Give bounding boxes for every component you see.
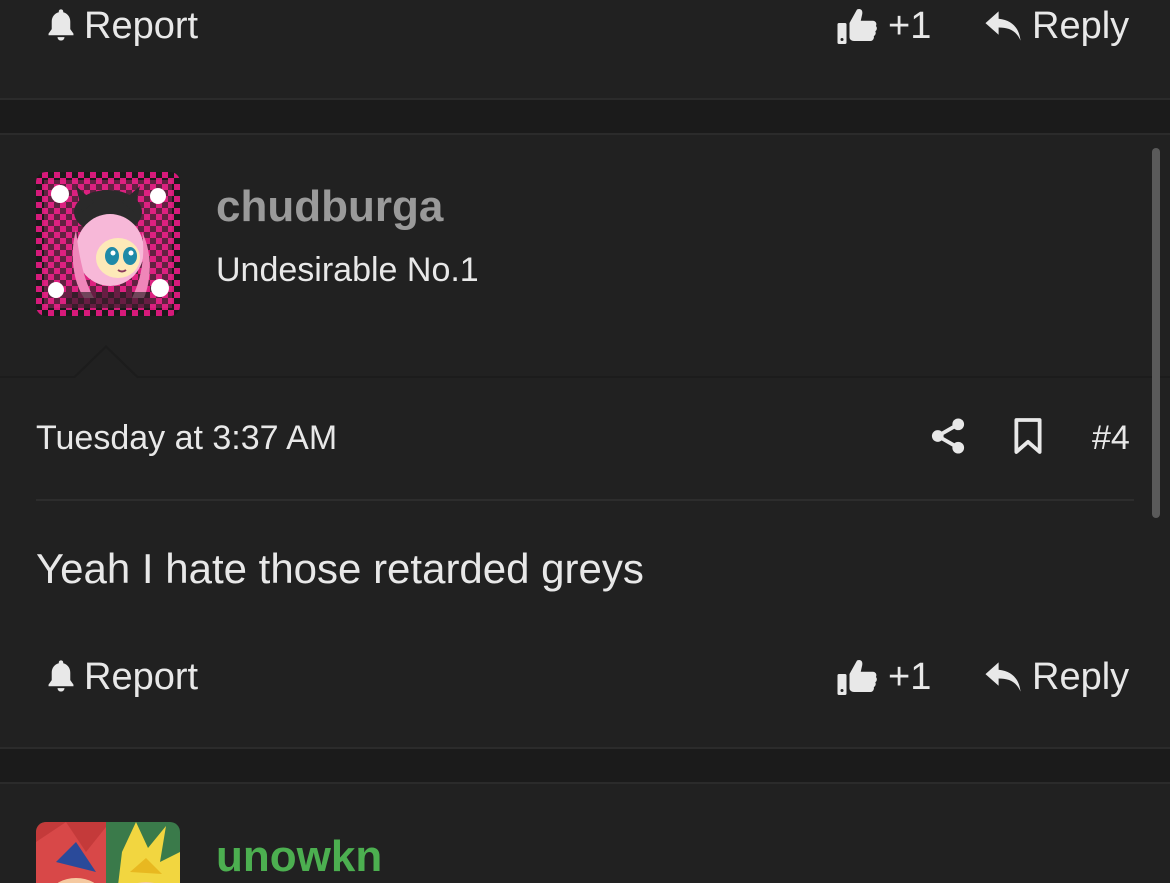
report-label: Report	[84, 4, 199, 47]
post-meta: Tuesday at 3:37 AM #4	[0, 403, 1170, 473]
post-user-header: chudburga Undesirable No.1	[0, 135, 1170, 379]
avatar[interactable]	[36, 822, 180, 883]
username[interactable]: unowkn	[216, 832, 382, 882]
divider	[36, 499, 1134, 501]
post: chudburga Undesirable No.1 Tuesday at 3:…	[0, 133, 1170, 749]
like-count: +1	[888, 655, 932, 698]
thumbs-up-icon	[836, 657, 878, 697]
report-label: Report	[84, 655, 199, 698]
bookmark-icon	[1012, 417, 1044, 455]
post-message: Yeah I hate those retarded greys	[36, 545, 644, 592]
like-button[interactable]: +1	[836, 656, 931, 699]
reply-arrow-icon	[984, 9, 1022, 43]
post-actions: Report +1 Reply	[0, 647, 1170, 707]
divider	[0, 376, 1170, 378]
share-button[interactable]	[930, 417, 966, 460]
previous-post: Report +1 Reply	[0, 0, 1170, 100]
user-title: Undesirable No.1	[216, 251, 479, 289]
post-number-link[interactable]: #4	[1092, 419, 1130, 458]
bookmark-button[interactable]	[1012, 417, 1044, 460]
reply-button[interactable]: Reply	[984, 656, 1129, 699]
username[interactable]: chudburga	[216, 182, 443, 232]
thumbs-up-icon	[836, 6, 878, 46]
reply-label: Reply	[1032, 655, 1130, 698]
post-actions: Report +1 Reply	[0, 0, 1170, 56]
report-button[interactable]: Report	[44, 5, 198, 48]
header-pointer-fill	[74, 348, 138, 379]
reply-arrow-icon	[984, 660, 1022, 694]
reply-button[interactable]: Reply	[984, 5, 1129, 48]
next-post: unowkn	[0, 782, 1170, 883]
reply-label: Reply	[1032, 4, 1130, 47]
bell-icon	[44, 659, 78, 695]
scrollbar[interactable]	[1152, 148, 1160, 518]
like-button[interactable]: +1	[836, 5, 931, 48]
post-timestamp[interactable]: Tuesday at 3:37 AM	[36, 419, 337, 458]
bell-icon	[44, 8, 78, 44]
like-count: +1	[888, 4, 932, 47]
report-button[interactable]: Report	[44, 656, 198, 699]
avatar[interactable]	[36, 172, 180, 316]
share-icon	[930, 417, 966, 455]
